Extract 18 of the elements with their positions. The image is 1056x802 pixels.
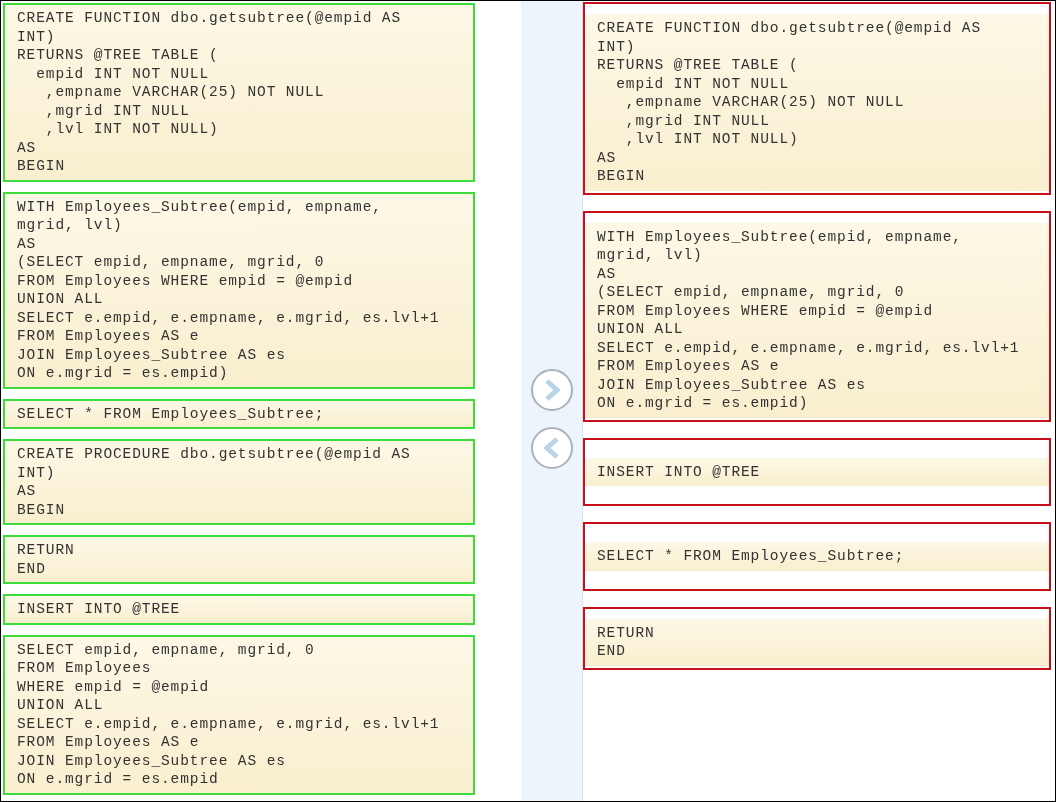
- code-block[interactable]: RETURN END: [585, 618, 1049, 666]
- draggable-code-block[interactable]: RETURN END: [3, 535, 475, 584]
- answer-slot[interactable]: SELECT * FROM Employees_Subtree;: [583, 522, 1051, 591]
- move-left-button[interactable]: [530, 427, 573, 469]
- chevron-right-icon: [543, 379, 560, 401]
- draggable-code-block[interactable]: CREATE FUNCTION dbo.getsubtree(@empid AS INT) RETURNS @TREE TABLE ( empid INT NOT NULL ,empname VARCHAR(25) NOT NULL ,mgrid INT NULL ,lvl INT NOT NULL) AS BEGIN: [3, 3, 475, 182]
- draggable-code-block[interactable]: WITH Employees_Subtree(empid, empname, mgrid, lvl) AS (SELECT empid, empname, mgrid, 0 FROM Employees WHERE empid = @empid UNION ALL SELECT e.empid, e.empname, e.mgrid, es.lvl+1 FROM Employees AS e JOIN Employees_Subtree AS es ON e.mgrid = es.empid): [3, 191, 475, 389]
- draggable-code-block[interactable]: CREATE PROCEDURE dbo.getsubtree(@empid AS INT) AS BEGIN: [3, 439, 475, 525]
- code-block[interactable]: INSERT INTO @TREE: [585, 457, 1049, 486]
- move-right-button[interactable]: [530, 369, 573, 411]
- answer-slot[interactable]: RETURN END: [583, 606, 1051, 670]
- draggable-code-block[interactable]: SELECT empid, empname, mgrid, 0 FROM Employees WHERE empid = @empid UNION ALL SELECT e.empid, e.empname, e.mgrid, es.lvl+1 FROM Employees AS e JOIN Employees_Subtree AS es ON e.mgrid = es.empid: [3, 634, 475, 795]
- code-block[interactable]: SELECT * FROM Employees_Subtree;: [585, 542, 1049, 571]
- chevron-left-icon: [543, 437, 560, 459]
- answer-slot[interactable]: INSERT INTO @TREE: [583, 437, 1051, 506]
- draggable-code-block[interactable]: SELECT * FROM Employees_Subtree;: [3, 398, 475, 429]
- code-block[interactable]: WITH Employees_Subtree(empid, empname, mgrid, lvl) AS (SELECT empid, empname, mgrid, 0 FROM Employees WHERE empid = @empid UNION ALL SELECT e.empid, e.empname, e.mgrid, es.lvl+1 FROM Employees AS e JOIN Employees_Subtree AS es ON e.mgrid = es.empid): [585, 222, 1049, 418]
- draggable-code-block[interactable]: INSERT INTO @TREE: [3, 594, 475, 625]
